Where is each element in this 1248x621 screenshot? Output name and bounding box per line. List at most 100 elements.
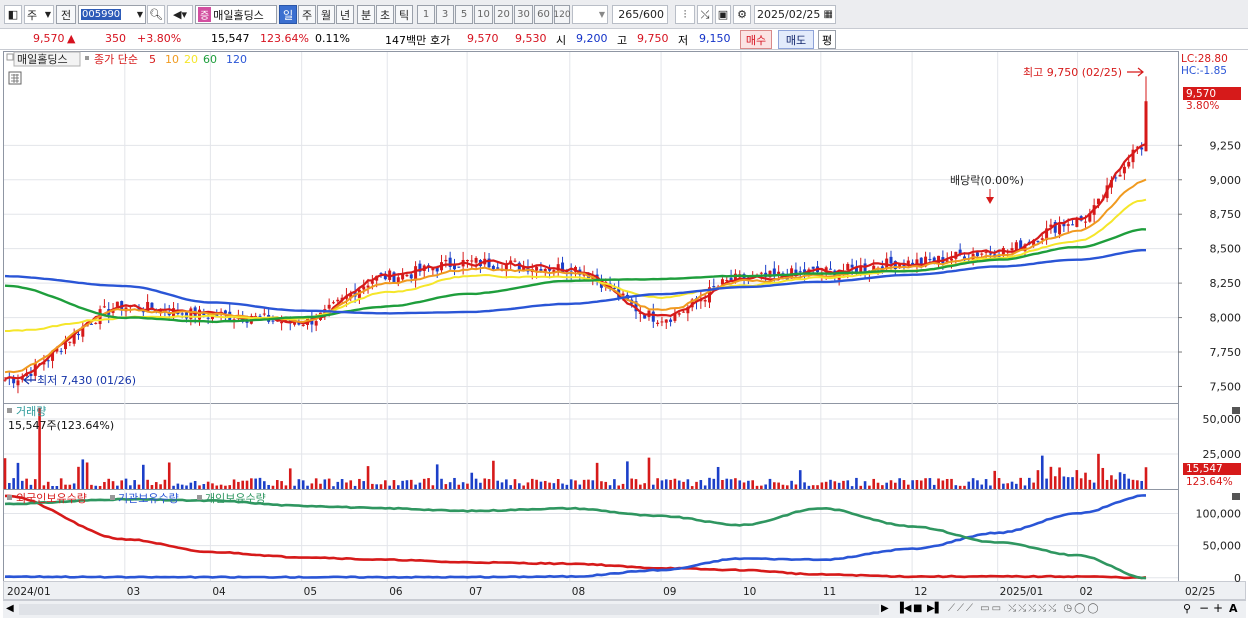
- font-size-icon[interactable]: A: [1229, 602, 1238, 615]
- volume-bar: [284, 485, 288, 489]
- buy-button[interactable]: 매수: [740, 30, 772, 49]
- stock-name: 매일홀딩스: [213, 8, 264, 22]
- candle-body: [3, 379, 7, 381]
- volume-bar: [271, 485, 275, 489]
- volume-bar: [90, 484, 93, 489]
- step-back-icon[interactable]: ▐◀: [896, 603, 911, 614]
- average-button[interactable]: 평: [818, 30, 836, 49]
- volume-bar: [310, 483, 314, 489]
- candle-body: [664, 319, 668, 323]
- speaker-icon[interactable]: ◀▾: [167, 5, 193, 24]
- pct-tag: 3.80%: [1186, 100, 1219, 112]
- volume-bar: [319, 483, 322, 489]
- stock-name-field[interactable]: 증 매일홀딩스: [195, 5, 277, 24]
- volume-bar: [409, 479, 413, 489]
- interval-10[interactable]: 10: [474, 5, 493, 24]
- volume-bar: [911, 480, 914, 489]
- scroll-track[interactable]: [19, 604, 879, 615]
- interval-20[interactable]: 20: [494, 5, 513, 24]
- volume-bar: [94, 485, 98, 489]
- interval-5[interactable]: 5: [455, 5, 473, 24]
- interval-120[interactable]: 120: [553, 5, 571, 24]
- volume-bar: [185, 485, 188, 489]
- zoom-icon[interactable]: ⚲: [1183, 602, 1191, 615]
- interval-60[interactable]: 60: [534, 5, 553, 24]
- candle-icon[interactable]: ⫶: [675, 5, 695, 24]
- tab-period-day[interactable]: 일: [279, 5, 297, 24]
- gear-icon[interactable]: ⚙: [733, 5, 751, 24]
- volume-bar: [29, 484, 33, 489]
- volume-bar: [513, 479, 517, 489]
- investor-panel-close-icon[interactable]: [1232, 493, 1240, 500]
- open-label: 시: [556, 34, 567, 47]
- volume-bar: [937, 478, 940, 489]
- count-input[interactable]: 265/600: [612, 5, 668, 24]
- crosshair-icon[interactable]: ⤯: [697, 5, 713, 24]
- tab-period-second[interactable]: 초: [376, 5, 394, 24]
- volume-bar: [163, 479, 167, 489]
- volume-bar: [509, 485, 512, 489]
- price-tick-label: 8,250: [1210, 277, 1242, 290]
- zoom-in-icon[interactable]: +: [1213, 601, 1223, 615]
- candle-body: [280, 321, 284, 324]
- volume-bar: [928, 478, 932, 489]
- volume-bar: [444, 484, 448, 489]
- sell-button[interactable]: 매도: [778, 30, 814, 49]
- stop-icon[interactable]: ■: [913, 603, 922, 614]
- x-axis-label: 03: [127, 586, 140, 598]
- step-forward-icon[interactable]: ▶▌: [927, 603, 942, 614]
- x-axis-label: 02: [1080, 586, 1093, 598]
- window-menu-icon[interactable]: ◧: [4, 5, 22, 24]
- volume-bar: [405, 480, 409, 489]
- volume-bar: [1045, 478, 1048, 489]
- volume-bar: [1040, 455, 1044, 489]
- volume-bar: [522, 485, 525, 489]
- candle-body: [474, 257, 478, 263]
- volume-bar: [500, 482, 504, 489]
- volume-panel-close-icon[interactable]: [1232, 407, 1240, 414]
- scroll-right-icon[interactable]: ▶: [881, 603, 889, 614]
- volume-bar: [518, 483, 521, 489]
- candle-body: [405, 274, 409, 277]
- candle-body: [327, 304, 331, 309]
- candle-body: [937, 255, 941, 264]
- volume-bar: [751, 480, 755, 489]
- volume-bar: [712, 478, 716, 489]
- volume-bar: [807, 485, 811, 489]
- tab-period-year[interactable]: 년: [336, 5, 354, 24]
- candle-body: [889, 256, 893, 264]
- save-icon[interactable]: ▣: [715, 5, 731, 24]
- drawing-tools[interactable]: ⟋⟋⟋ ▭▭ ⤯⤯⤯⤯⤯ ◷◯◯: [948, 603, 1101, 614]
- tab-period-week[interactable]: 주: [298, 5, 316, 24]
- scroll-left-icon[interactable]: ◀: [6, 603, 14, 614]
- volume-bar: [85, 462, 89, 489]
- stock-code-input[interactable]: 005990 ▼: [78, 5, 146, 24]
- tab-period-tick[interactable]: 틱: [395, 5, 413, 24]
- volume-bar: [1075, 470, 1079, 489]
- volume-bar: [790, 480, 793, 489]
- custom-interval-select[interactable]: ▼: [572, 5, 608, 24]
- volume-bar: [254, 478, 257, 489]
- dividend-note: 배당락(0.00%): [950, 174, 1024, 187]
- volume-bar: [543, 480, 547, 489]
- volume-bar: [457, 484, 461, 489]
- date-input[interactable]: 2025/02/25 ▦: [754, 5, 836, 24]
- candle-body: [846, 263, 850, 271]
- zoom-out-icon[interactable]: −: [1199, 601, 1209, 615]
- volume-bar: [816, 485, 819, 489]
- volume-bar: [431, 485, 435, 489]
- tab-period-minute[interactable]: 분: [357, 5, 375, 24]
- interval-1[interactable]: 1: [417, 5, 435, 24]
- chevron-down-icon: ▼: [598, 10, 605, 19]
- interval-3[interactable]: 3: [436, 5, 454, 24]
- jeon-button[interactable]: 전: [56, 5, 76, 24]
- volume-bar: [773, 482, 776, 489]
- tab-period-month[interactable]: 월: [317, 5, 335, 24]
- candle-body: [703, 299, 707, 302]
- search-icon[interactable]: 🔍︎: [147, 5, 165, 24]
- interval-30[interactable]: 30: [514, 5, 533, 24]
- x-axis-label: 12: [914, 586, 927, 598]
- period-select[interactable]: 주 ▼: [24, 5, 54, 24]
- candle-body: [409, 274, 413, 279]
- volume-bar: [526, 482, 530, 489]
